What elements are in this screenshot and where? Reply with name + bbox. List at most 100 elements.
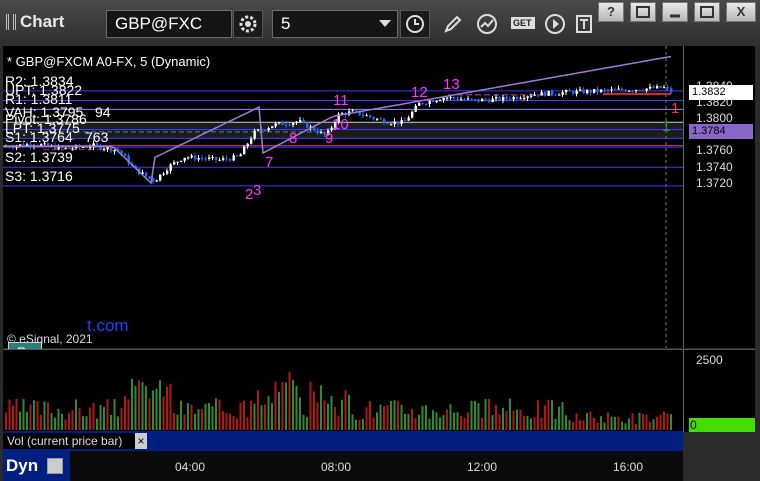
volume-bar xyxy=(162,396,165,430)
candle-body xyxy=(232,155,235,161)
volume-study-label[interactable]: Vol (current price bar) xyxy=(3,433,139,449)
close-button[interactable]: X xyxy=(726,2,756,22)
text-icon xyxy=(576,15,592,33)
candle-body xyxy=(589,90,592,93)
candle-body xyxy=(194,155,197,160)
volume-tag xyxy=(689,418,756,432)
dynamic-indicator[interactable]: Dyn xyxy=(3,451,70,481)
candle-body xyxy=(474,99,477,101)
app-title-text: Chart xyxy=(20,12,65,31)
candle-body xyxy=(236,155,239,157)
volume-bar xyxy=(71,410,74,430)
volume-bar xyxy=(544,405,546,430)
candle-body xyxy=(579,89,582,91)
time-template-button[interactable] xyxy=(400,10,430,38)
volume-bar xyxy=(337,415,340,430)
annotation-number: 10 xyxy=(332,116,349,133)
volume-bar xyxy=(85,416,88,430)
interval-select[interactable]: 5 xyxy=(272,10,398,38)
volume-bar xyxy=(645,414,648,430)
watermark-text: t.com xyxy=(87,316,129,335)
candle-body xyxy=(281,122,284,125)
volume-bar xyxy=(54,417,56,430)
grip-icon[interactable] xyxy=(6,14,16,30)
volume-bar xyxy=(68,413,70,430)
candle-body xyxy=(659,86,662,88)
candle-body xyxy=(624,90,627,92)
volume-bar xyxy=(215,398,217,430)
candle-body xyxy=(239,154,242,157)
volume-bar xyxy=(131,378,133,430)
candle-body xyxy=(393,121,396,125)
volume-chart[interactable] xyxy=(3,349,683,432)
volume-bar xyxy=(253,403,256,430)
candle-body xyxy=(642,90,645,92)
candle-body xyxy=(299,120,302,122)
price-tag: 1.3784 xyxy=(689,124,753,140)
candle-body xyxy=(159,174,162,181)
volume-bar xyxy=(288,371,291,430)
volume-bar xyxy=(554,418,557,430)
volume-bar xyxy=(617,416,620,430)
volume-bar xyxy=(166,386,168,430)
volume-bar xyxy=(218,399,221,430)
volume-bar xyxy=(8,399,11,430)
candle-body xyxy=(190,155,193,158)
candle-body xyxy=(187,157,190,159)
candle-body xyxy=(253,130,256,139)
annotation-number: 7 xyxy=(265,154,274,171)
candle-body xyxy=(376,118,379,120)
candle-body xyxy=(453,97,456,99)
candle-body xyxy=(628,90,631,92)
play-button[interactable] xyxy=(540,10,570,38)
volume-bar xyxy=(505,410,508,430)
help-button[interactable]: ? xyxy=(598,2,624,22)
maximize-button[interactable] xyxy=(694,2,720,22)
candle-body xyxy=(649,86,652,89)
lock-icon[interactable] xyxy=(47,458,63,474)
volume-bar xyxy=(40,414,42,430)
candle-body xyxy=(491,98,494,103)
candle-body xyxy=(180,160,183,162)
volume-bar xyxy=(481,417,483,430)
volume-bar xyxy=(558,406,560,430)
settings-button[interactable] xyxy=(233,10,263,38)
volume-bar xyxy=(29,404,32,430)
minimize-button[interactable] xyxy=(662,2,688,22)
candle-body xyxy=(222,158,225,160)
candle-body xyxy=(470,98,473,100)
text-tool-button[interactable] xyxy=(570,10,600,38)
volume-bar xyxy=(152,390,154,430)
volume-bar xyxy=(295,385,298,430)
clock-icon xyxy=(406,15,424,33)
price-axis[interactable]: 1.38401.38201.38001.37801.37601.37401.37… xyxy=(683,46,756,348)
draw-button[interactable] xyxy=(438,10,468,38)
volume-bar xyxy=(372,417,375,430)
get-button[interactable]: GET xyxy=(506,10,536,38)
volume-bar xyxy=(169,383,172,430)
volume-bar xyxy=(313,391,315,430)
chart-header: * GBP@FXCM A0-FX, 5 (Dynamic) xyxy=(7,54,211,69)
restore-button[interactable] xyxy=(630,2,656,22)
candle-body xyxy=(365,115,368,117)
price-chart[interactable]: R2: 1.3834 UPT: 1.3822 R1: 1.3811 VAH: 1.37… xyxy=(3,46,683,362)
volume-bar xyxy=(138,380,140,430)
volume-bar xyxy=(400,404,403,430)
candle-body xyxy=(666,86,669,89)
candle-body xyxy=(575,90,578,94)
volume-bar xyxy=(624,423,627,430)
candle-body xyxy=(554,94,557,96)
volume-bar xyxy=(148,398,151,430)
candle-body xyxy=(537,94,540,96)
volume-bar xyxy=(19,411,21,430)
volume-bar xyxy=(463,417,466,430)
candle-body xyxy=(547,90,550,96)
candle-body xyxy=(449,97,452,99)
volume-bar xyxy=(15,398,18,430)
symbol-input[interactable]: GBP@FXC xyxy=(106,10,232,38)
volume-close-button[interactable]: × xyxy=(135,433,147,449)
volume-bar xyxy=(257,390,259,430)
candle-body xyxy=(488,99,491,103)
studies-button[interactable] xyxy=(472,10,502,38)
volume-bar xyxy=(243,400,245,430)
